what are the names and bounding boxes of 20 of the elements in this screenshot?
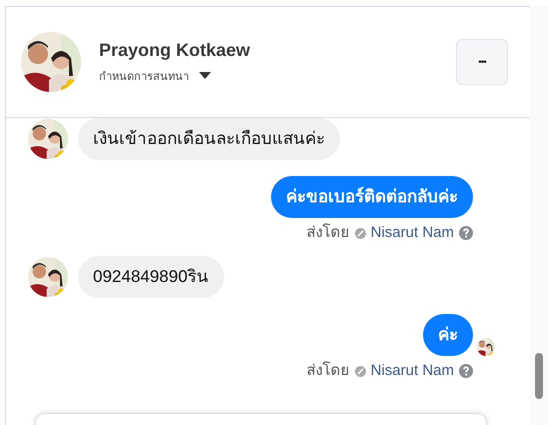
contact-name: Prayong Kotkaew bbox=[99, 40, 252, 60]
sent-by-label: ส่งโดย bbox=[306, 362, 350, 380]
message-bubble: เงินเข้าออกเดือนละเกือบแสนค่ะ bbox=[78, 118, 340, 160]
block-icon bbox=[354, 228, 366, 238]
block-icon bbox=[354, 366, 366, 376]
message-bubble: ค่ะขอเบอร์ติดต่อกลับค่ะ bbox=[271, 176, 473, 218]
message-bubble: ค่ะ bbox=[423, 314, 473, 356]
agent-name[interactable]: Nisarut Nam bbox=[370, 224, 454, 242]
seen-avatar bbox=[477, 338, 495, 356]
help-icon[interactable] bbox=[459, 364, 473, 378]
avatar bbox=[28, 257, 68, 297]
conversation-settings-label[interactable]: กำหนดการสนทนา bbox=[99, 66, 189, 84]
avatar bbox=[28, 119, 68, 159]
help-icon[interactable] bbox=[459, 226, 473, 240]
sent-by-label: ส่งโดย bbox=[306, 224, 350, 242]
agent-name[interactable]: Nisarut Nam bbox=[370, 362, 454, 380]
more-button[interactable]: ••• bbox=[456, 39, 508, 85]
caret-icon[interactable] bbox=[199, 72, 211, 79]
message-bubble: 0924849890ริน bbox=[78, 256, 224, 298]
scrollbar-thumb[interactable] bbox=[535, 353, 543, 399]
